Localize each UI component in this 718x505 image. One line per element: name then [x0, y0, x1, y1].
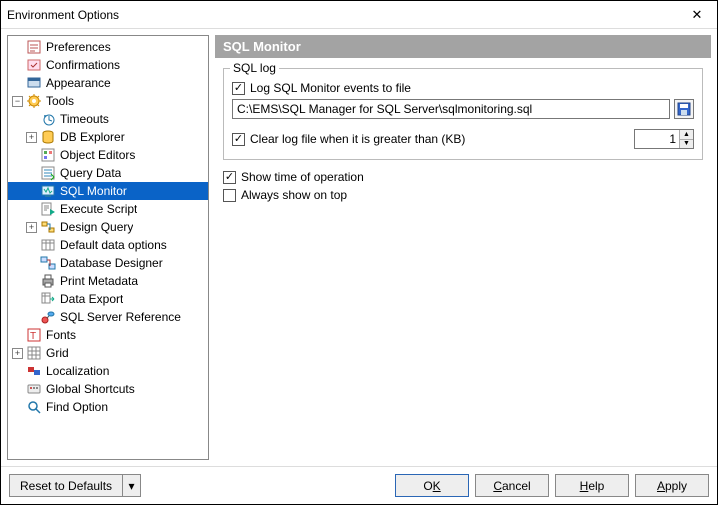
tree-item-sql-monitor[interactable]: SQL Monitor	[8, 182, 208, 200]
collapse-icon[interactable]: −	[12, 96, 23, 107]
tree-item-query-data[interactable]: Query Data	[8, 164, 208, 182]
db-explorer-icon	[40, 129, 56, 145]
expand-icon[interactable]: +	[12, 348, 23, 359]
object-editors-icon	[40, 147, 56, 163]
tree-item-global-shortcuts[interactable]: Global Shortcuts	[8, 380, 208, 398]
tree-item-default-data-options[interactable]: Default data options	[8, 236, 208, 254]
database-designer-icon	[40, 255, 56, 271]
close-button[interactable]: ✕	[683, 5, 711, 25]
log-events-label: Log SQL Monitor events to file	[250, 81, 411, 95]
nav-tree[interactable]: Preferences Confirmations Appearance −To…	[7, 35, 209, 460]
tree-item-localization[interactable]: Localization	[8, 362, 208, 380]
design-query-icon	[40, 219, 56, 235]
find-option-icon	[26, 399, 42, 415]
help-button[interactable]: Help	[555, 474, 629, 497]
tree-item-timeouts[interactable]: Timeouts	[8, 110, 208, 128]
fonts-icon: T	[26, 327, 42, 343]
tree-item-database-designer[interactable]: Database Designer	[8, 254, 208, 272]
tree-item-grid[interactable]: +Grid	[8, 344, 208, 362]
timeouts-icon	[40, 111, 56, 127]
default-data-icon	[40, 237, 56, 253]
tree-item-appearance[interactable]: Appearance	[8, 74, 208, 92]
tree-item-sql-server-reference[interactable]: SQL Server Reference	[8, 308, 208, 326]
execute-script-icon	[40, 201, 56, 217]
grid-icon	[26, 345, 42, 361]
tree-item-find-option[interactable]: Find Option	[8, 398, 208, 416]
sql-server-ref-icon	[40, 309, 56, 325]
show-time-label: Show time of operation	[241, 170, 364, 184]
tree-item-design-query[interactable]: +Design Query	[8, 218, 208, 236]
tree-item-fonts[interactable]: TFonts	[8, 326, 208, 344]
appearance-icon	[26, 75, 42, 91]
tree-item-print-metadata[interactable]: Print Metadata	[8, 272, 208, 290]
tree-item-execute-script[interactable]: Execute Script	[8, 200, 208, 218]
clear-log-label: Clear log file when it is greater than (…	[250, 132, 465, 146]
tree-item-data-export[interactable]: Data Export	[8, 290, 208, 308]
tree-item-preferences[interactable]: Preferences	[8, 38, 208, 56]
log-path-input[interactable]	[232, 99, 670, 119]
spin-down[interactable]: ▼	[680, 140, 693, 149]
expand-icon[interactable]: +	[26, 222, 37, 233]
sql-monitor-icon	[40, 183, 56, 199]
always-top-label: Always show on top	[241, 188, 347, 202]
window-title: Environment Options	[7, 8, 683, 22]
clear-log-checkbox[interactable]	[232, 133, 245, 146]
data-export-icon	[40, 291, 56, 307]
reset-defaults-button[interactable]: Reset to Defaults	[9, 474, 123, 497]
kb-input[interactable]	[635, 130, 679, 148]
tools-icon	[26, 93, 42, 109]
global-shortcuts-icon	[26, 381, 42, 397]
preferences-icon	[26, 39, 42, 55]
sql-log-legend: SQL log	[230, 61, 279, 75]
tree-item-tools[interactable]: −Tools	[8, 92, 208, 110]
expand-icon[interactable]: +	[26, 132, 37, 143]
cancel-button[interactable]: Cancel	[475, 474, 549, 497]
tree-item-confirmations[interactable]: Confirmations	[8, 56, 208, 74]
confirmations-icon	[26, 57, 42, 73]
print-metadata-icon	[40, 273, 56, 289]
apply-button[interactable]: Apply	[635, 474, 709, 497]
ok-button[interactable]: OK	[395, 474, 469, 497]
always-top-checkbox[interactable]	[223, 189, 236, 202]
svg-text:T: T	[30, 331, 36, 342]
localization-icon	[26, 363, 42, 379]
panel-header: SQL Monitor	[215, 35, 711, 58]
save-path-button[interactable]	[674, 99, 694, 119]
log-events-checkbox[interactable]	[232, 82, 245, 95]
spin-up[interactable]: ▲	[680, 130, 693, 140]
tree-item-object-editors[interactable]: Object Editors	[8, 146, 208, 164]
save-icon	[677, 102, 691, 116]
reset-defaults-dropdown[interactable]: ▾	[123, 474, 141, 497]
query-data-icon	[40, 165, 56, 181]
show-time-checkbox[interactable]	[223, 171, 236, 184]
tree-item-db-explorer[interactable]: +DB Explorer	[8, 128, 208, 146]
kb-spinner[interactable]: ▲ ▼	[634, 129, 694, 149]
sql-log-group: SQL log Log SQL Monitor events to file C…	[223, 68, 703, 160]
